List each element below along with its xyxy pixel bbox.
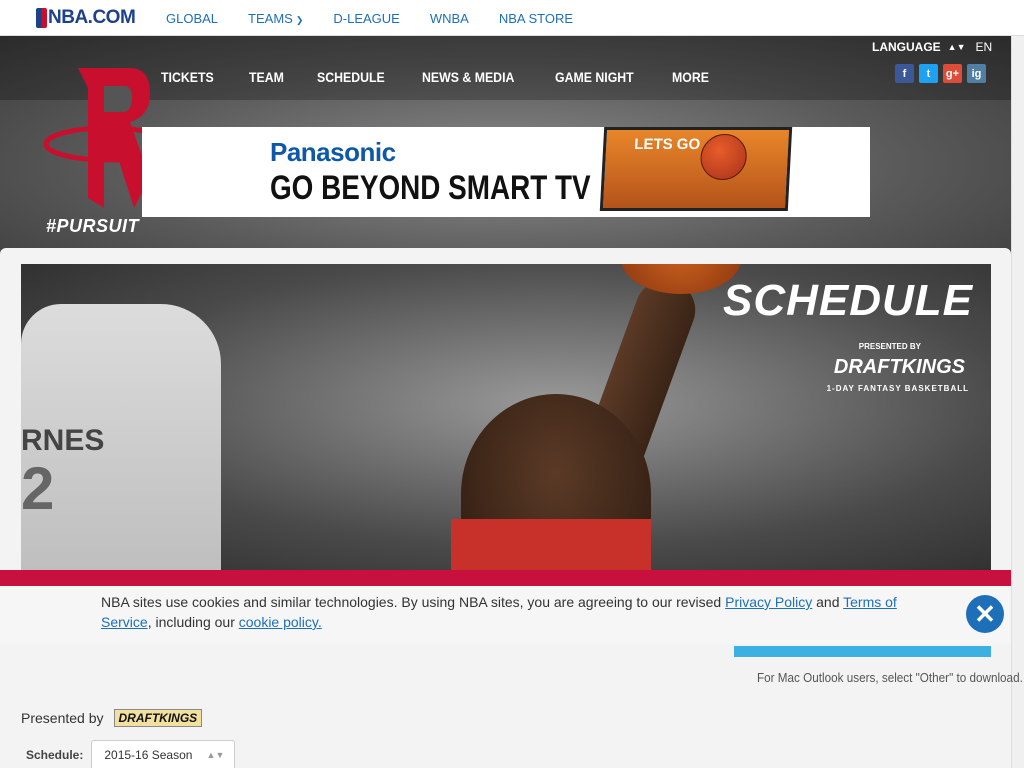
cookie-text-2: and [812, 594, 844, 610]
red-divider [0, 570, 1011, 586]
cookie-policy-link[interactable]: cookie policy. [239, 614, 322, 630]
team-header: #PURSUIT TICKETS TEAM SCHEDULE NEWS & ME… [0, 36, 1011, 251]
draftkings-tagline: 1-DAY FANTASY BASKETBALL [826, 384, 969, 393]
select-arrows-icon: ▲▼ [206, 750, 225, 760]
language-label: LANGUAGE [872, 40, 941, 54]
social-links: f t g+ ig [895, 64, 991, 83]
nav-team[interactable]: TEAM [249, 69, 284, 85]
facebook-icon[interactable]: f [895, 64, 914, 83]
draftkings-small-logo[interactable]: DRAFTKINGS [113, 709, 203, 727]
ad-brand: Panasonic [270, 137, 396, 167]
player-jersey-image [451, 519, 651, 574]
close-icon[interactable]: ✕ [966, 595, 1004, 633]
banner-presented-by: PRESENTED BY [858, 342, 921, 351]
mac-outlook-note: For Mac Outlook users, select "Other" to… [757, 670, 1023, 685]
cookie-text-1: NBA sites use cookies and similar techno… [101, 594, 726, 610]
nba-link-global[interactable]: GLOBAL [166, 11, 218, 26]
banner-title: SCHEDULE [722, 276, 973, 325]
season-select-value: 2015-16 Season [104, 748, 193, 762]
cookie-message: NBA sites use cookies and similar techno… [101, 592, 931, 632]
ad-tagline: GO BEYOND SMART TV [270, 169, 591, 207]
nav-tickets[interactable]: TICKETS [161, 69, 214, 85]
nav-game-night[interactable]: GAME NIGHT [555, 69, 634, 85]
sort-arrows-icon: ▲▼ [947, 42, 966, 52]
tv-screen-text: LETS GO [633, 136, 701, 153]
instagram-icon[interactable]: ig [967, 64, 986, 83]
draftkings-logo: DRAFTKINGS [833, 356, 965, 378]
privacy-policy-link[interactable]: Privacy Policy [725, 594, 812, 610]
nba-link-store[interactable]: NBA STORE [499, 11, 573, 26]
hashtag: #PURSUIT [46, 216, 140, 236]
content-panel: RNES 2 SCHEDULE PRESENTED BY DRAFTKINGS … [0, 248, 1011, 768]
nba-link-teams-label: TEAMS [248, 11, 293, 26]
scrollbar[interactable] [1011, 36, 1024, 768]
nba-logo-text: NBA.COM [48, 7, 136, 28]
nav-schedule[interactable]: SCHEDULE [317, 69, 385, 85]
season-select[interactable]: 2015-16 Season ▲▼ [91, 740, 236, 768]
nba-top-bar: NBA.COM GLOBAL TEAMS ❯ D-LEAGUE WNBA NBA … [0, 0, 1024, 36]
nba-logo[interactable]: NBA.COM [36, 7, 136, 29]
presented-label: Presented by [21, 710, 104, 726]
nav-more[interactable]: MORE [672, 69, 709, 85]
nba-link-teams[interactable]: TEAMS ❯ [248, 11, 303, 26]
nav-news-media[interactable]: NEWS & MEDIA [422, 69, 514, 85]
language-selector[interactable]: LANGUAGE ▲▼ EN [872, 40, 992, 54]
basketball-icon [699, 134, 748, 180]
language-value: EN [975, 40, 993, 54]
main-nav: TICKETS TEAM SCHEDULE NEWS & MEDIA GAME … [161, 69, 742, 85]
schedule-label: Schedule: [26, 748, 84, 762]
tv-image: LETS GO [599, 127, 793, 211]
presented-by: Presented by DRAFTKINGS [21, 709, 203, 727]
schedule-filter: Schedule: 2015-16 Season ▲▼ [26, 740, 236, 768]
nba-links: GLOBAL TEAMS ❯ D-LEAGUE WNBA NBA STORE [166, 11, 603, 26]
opponent-jersey-name: RNES [21, 424, 105, 457]
cookie-text-3: , including our [147, 614, 239, 630]
schedule-banner: RNES 2 SCHEDULE PRESENTED BY DRAFTKINGS … [21, 264, 991, 574]
nba-logoman-icon [36, 8, 47, 28]
opponent-jersey-number: 2 [21, 455, 55, 522]
google-plus-icon[interactable]: g+ [943, 64, 962, 83]
nba-link-dleague[interactable]: D-LEAGUE [333, 11, 399, 26]
panasonic-ad[interactable]: Panasonic GO BEYOND SMART TV LETS GO [142, 127, 870, 217]
nba-link-wnba[interactable]: WNBA [430, 11, 469, 26]
download-button[interactable] [734, 646, 991, 657]
cookie-notice: NBA sites use cookies and similar techno… [0, 586, 1011, 644]
twitter-icon[interactable]: t [919, 64, 938, 83]
opponent-player-image: RNES 2 [21, 304, 221, 574]
chevron-down-icon: ❯ [295, 15, 304, 25]
